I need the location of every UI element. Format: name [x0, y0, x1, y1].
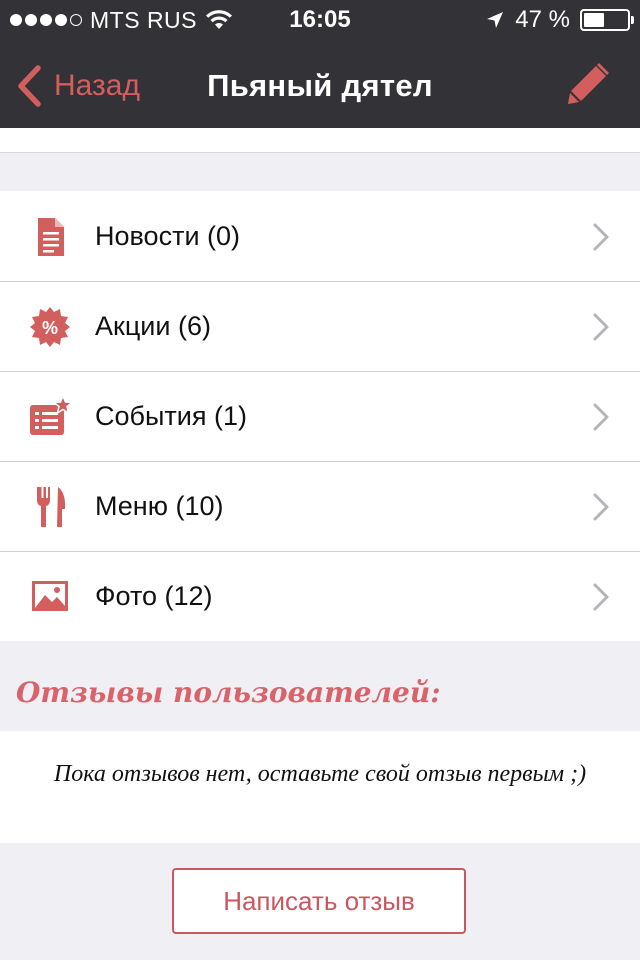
menu-item-label: Фото (12)	[95, 581, 213, 611]
write-review-button[interactable]: Написать отзыв	[172, 868, 466, 934]
reviews-empty-message: Пока отзывов нет, оставьте свой отзыв пе…	[53, 761, 587, 787]
battery-fill	[584, 13, 604, 27]
menu-item-label: Меню (10)	[95, 491, 224, 521]
battery-percent: 47 %	[515, 6, 570, 33]
reviews-heading: Отзывы пользователей:	[16, 676, 441, 709]
menu-item-label: Акции (6)	[95, 311, 211, 341]
news-document-icon	[38, 218, 64, 256]
pencil-icon	[568, 63, 609, 104]
reviews-box: Пока отзывов нет, оставьте свой отзыв пе…	[0, 731, 640, 843]
header-content-strip	[0, 128, 640, 153]
screen: MTS RUS 16:05 47 % Назад Пьяный дятел Но…	[0, 0, 640, 960]
menu-item-photos[interactable]: Фото (12)	[0, 551, 640, 641]
chevron-right-icon	[593, 313, 609, 341]
menu-item-promotions[interactable]: % Акции (6)	[0, 281, 640, 371]
menu-item-news[interactable]: Новости (0)	[0, 191, 640, 281]
battery-icon	[580, 9, 634, 31]
menu-item-label: События (1)	[95, 401, 247, 431]
chevron-right-icon	[593, 403, 609, 431]
chevron-right-icon	[593, 493, 609, 521]
svg-text:%: %	[42, 318, 58, 338]
edit-button[interactable]	[566, 62, 610, 106]
status-right: 47 %	[485, 0, 634, 40]
fork-knife-icon	[37, 487, 66, 527]
menu-item-events[interactable]: События (1)	[0, 371, 640, 461]
location-arrow-icon	[487, 12, 504, 28]
events-star-icon	[30, 395, 72, 435]
menu-item-menu[interactable]: Меню (10)	[0, 461, 640, 551]
photo-image-icon	[32, 581, 68, 611]
navigation-bar: Назад Пьяный дятел	[0, 40, 640, 128]
menu-item-label: Новости (0)	[95, 221, 241, 251]
page-title: Пьяный дятел	[207, 68, 433, 103]
discount-percent-icon: %	[30, 307, 70, 347]
status-bar: MTS RUS 16:05 47 %	[0, 0, 640, 40]
chevron-right-icon	[593, 583, 609, 611]
section-menu-list: Новости (0) % Акции (6) События (1) Меню…	[0, 191, 640, 641]
chevron-right-icon	[593, 223, 609, 251]
